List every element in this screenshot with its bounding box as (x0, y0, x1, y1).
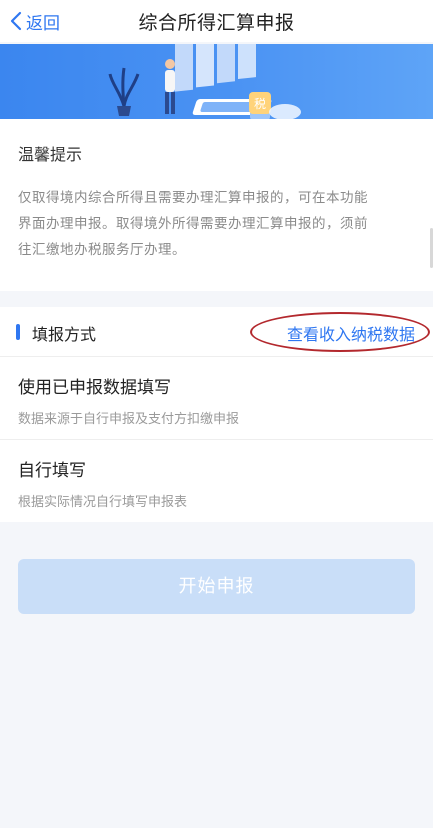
cloud-shape (269, 104, 301, 119)
nav-bar: 返回 综合所得汇算申报 (0, 0, 433, 42)
view-income-tax-data-link[interactable]: 查看收入纳税数据 (287, 321, 415, 345)
fill-method-header: 填报方式 查看收入纳税数据 (0, 307, 433, 357)
tax-card-icon: 税 (249, 92, 271, 119)
section-accent-bar (16, 324, 20, 340)
tax-char: 税 (254, 97, 266, 111)
header-banner: 税 ‹‹‹‹ (0, 44, 433, 119)
banner-illustration: 税 ‹‹‹‹ (108, 44, 301, 119)
option-title: 自行填写 (18, 461, 86, 481)
option-subtitle: 根据实际情况自行填写申报表 (18, 495, 188, 510)
notice-line: 仅取得境内综合所得且需要办理汇算申报的，可在本功能 (18, 190, 368, 206)
person-icon (165, 59, 175, 114)
page-title: 综合所得汇算申报 (138, 12, 295, 34)
start-declaration-button[interactable]: 开始申报 (18, 559, 415, 614)
option-title: 使用已申报数据填写 (18, 378, 171, 398)
plant-icon (108, 67, 140, 116)
option-self-fill[interactable]: 自行填写 根据实际情况自行填写申报表 (0, 439, 433, 521)
fill-method-card: 填报方式 查看收入纳税数据 使用已申报数据填写 数据来源于自行申报及支付方扣缴申… (0, 307, 433, 522)
notice-line: 界面办理申报。取得境外所得需要办理汇算申报的，须前 (18, 216, 368, 232)
notice-line: 往汇缴地办税服务厅办理。 (18, 242, 186, 258)
notice-body: 仅取得境内综合所得且需要办理汇算申报的，可在本功能 界面办理申报。取得境外所得需… (18, 185, 415, 263)
fill-method-label: 填报方式 (32, 325, 97, 344)
notice-heading: 温馨提示 (18, 145, 83, 164)
screen-panels-icon (175, 44, 256, 92)
option-use-declared-data[interactable]: 使用已申报数据填写 数据来源于自行申报及支付方扣缴申报 (0, 357, 433, 439)
notice-card: 温馨提示 仅取得境内综合所得且需要办理汇算申报的，可在本功能 界面办理申报。取得… (0, 119, 433, 291)
option-subtitle: 数据来源于自行申报及支付方扣缴申报 (18, 412, 240, 427)
